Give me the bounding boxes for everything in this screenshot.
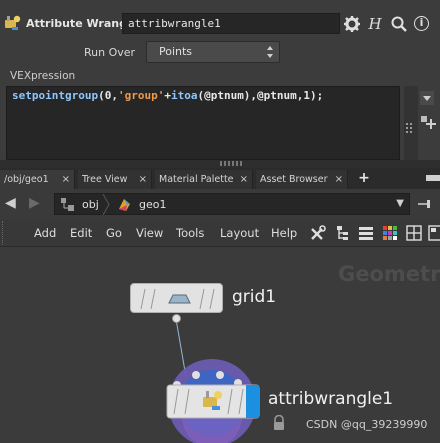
run-over-select[interactable]: Points bbox=[146, 41, 280, 63]
tab-label: Material Palette bbox=[159, 174, 234, 185]
vex-code-line: setpointgroup(0,'group'+itoa(@ptnum),@pt… bbox=[12, 89, 323, 102]
menu-add[interactable]: Add bbox=[34, 226, 56, 240]
path-bar: ◀ ▶ obj geo1 ▼ bbox=[0, 189, 440, 219]
parameter-pane: Attribute Wrangle attribwrangle1 H i Run… bbox=[0, 0, 440, 160]
gear-icon[interactable] bbox=[343, 15, 361, 33]
network-path-field[interactable]: obj geo1 ▼ bbox=[54, 193, 410, 215]
tab-label: /obj/geo1 bbox=[4, 174, 49, 185]
vex-function: setpointgroup bbox=[12, 89, 99, 102]
help-icon[interactable]: H bbox=[366, 15, 384, 33]
forward-arrow-icon[interactable]: ▶ bbox=[29, 195, 40, 211]
wrench-icon[interactable] bbox=[310, 225, 326, 241]
vex-operator: + bbox=[164, 89, 171, 102]
breadcrumb-separator bbox=[102, 194, 110, 215]
obj-network-icon bbox=[61, 198, 74, 211]
layout-tree-icon[interactable] bbox=[335, 225, 351, 241]
list-view-icon[interactable] bbox=[358, 225, 374, 241]
menu-view[interactable]: View bbox=[136, 226, 163, 240]
attribute-wrangle-icon bbox=[5, 15, 21, 30]
pin-icon[interactable] bbox=[418, 197, 432, 211]
toolbar-handle[interactable] bbox=[2, 221, 10, 245]
network-editor[interactable]: Geometry grid1 attribw bbox=[0, 247, 440, 443]
tab-asset-browser[interactable]: Asset Browser × bbox=[256, 170, 348, 189]
back-arrow-icon[interactable]: ◀ bbox=[5, 195, 16, 211]
thumbnail-view-icon[interactable] bbox=[428, 225, 440, 241]
close-icon[interactable]: × bbox=[335, 170, 343, 189]
tab-label: Tree View bbox=[82, 174, 128, 185]
vex-function: itoa bbox=[170, 89, 198, 102]
search-icon[interactable] bbox=[390, 15, 408, 33]
add-tab-icon[interactable]: + bbox=[356, 169, 372, 187]
geo-node-icon bbox=[119, 199, 130, 211]
close-icon[interactable]: × bbox=[62, 170, 70, 189]
info-icon[interactable]: i bbox=[414, 16, 429, 31]
splitter-grip[interactable] bbox=[220, 161, 242, 166]
close-icon[interactable]: × bbox=[240, 170, 248, 189]
menu-layout[interactable]: Layout bbox=[220, 226, 259, 240]
path-dropdown-icon[interactable]: ▼ bbox=[396, 198, 404, 209]
run-over-value: Points bbox=[159, 45, 193, 58]
menu-go[interactable]: Go bbox=[106, 226, 122, 240]
node-name-field[interactable]: attribwrangle1 bbox=[122, 13, 340, 34]
run-over-label: Run Over bbox=[84, 46, 136, 59]
watermark-text: CSDN @qq_39239990 bbox=[306, 418, 428, 431]
tab-network-geo1[interactable]: /obj/geo1 × bbox=[0, 170, 75, 189]
grid1-node[interactable] bbox=[130, 283, 223, 313]
add-spare-parm-icon[interactable] bbox=[420, 115, 436, 131]
breadcrumb-geo1[interactable]: geo1 bbox=[139, 198, 166, 211]
breadcrumb-obj[interactable]: obj bbox=[82, 198, 99, 211]
output-connector[interactable] bbox=[171, 313, 182, 324]
tab-material-palette[interactable]: Material Palette × bbox=[155, 170, 253, 189]
node-label-grid1[interactable]: grid1 bbox=[232, 287, 276, 307]
updown-arrow-icon bbox=[267, 46, 273, 58]
network-menu-bar: Add Edit Go View Tools Layout Help bbox=[0, 219, 440, 247]
vex-string: 'group' bbox=[117, 89, 165, 102]
tab-tree-view[interactable]: Tree View × bbox=[78, 170, 152, 189]
dropdown-arrow-icon[interactable] bbox=[420, 91, 434, 105]
close-icon[interactable]: × bbox=[139, 170, 147, 189]
menu-help[interactable]: Help bbox=[271, 226, 297, 240]
vex-args: (0, bbox=[98, 89, 118, 102]
pane-menu-icon[interactable] bbox=[426, 175, 440, 181]
vex-code-editor[interactable]: setpointgroup(0,'group'+itoa(@ptnum),@pt… bbox=[6, 86, 400, 160]
pane-tab-bar: /obj/geo1 × Tree View × Material Palette… bbox=[0, 168, 440, 189]
lock-icon[interactable] bbox=[272, 415, 286, 431]
grid-view-icon[interactable] bbox=[406, 225, 422, 241]
grid-icon bbox=[140, 288, 215, 310]
resize-grip-icon[interactable] bbox=[405, 122, 415, 134]
menu-edit[interactable]: Edit bbox=[70, 226, 92, 240]
pane-splitter[interactable] bbox=[0, 160, 440, 168]
tab-label: Asset Browser bbox=[260, 174, 328, 185]
vex-args: (@ptnum),@ptnum,1); bbox=[197, 89, 324, 102]
node-label-attribwrangle1[interactable]: attribwrangle1 bbox=[268, 389, 393, 409]
menu-tools[interactable]: Tools bbox=[176, 226, 204, 240]
vexpression-label: VEXpression bbox=[10, 70, 76, 82]
attribwrangle1-node[interactable] bbox=[160, 353, 270, 443]
parameter-title-bar: Attribute Wrangle attribwrangle1 H i bbox=[0, 8, 440, 38]
color-palette-icon[interactable] bbox=[382, 225, 398, 241]
